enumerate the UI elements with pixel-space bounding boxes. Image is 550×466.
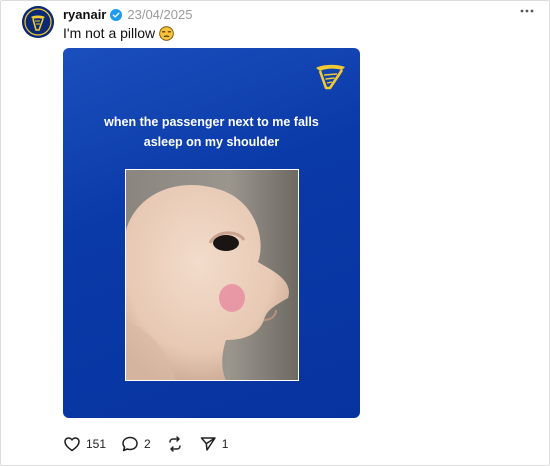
- post-header: ryanair 23/04/2025: [63, 5, 192, 23]
- meme-caption: when the passenger next to me falls asle…: [104, 115, 319, 149]
- username[interactable]: ryanair: [63, 7, 106, 22]
- ryanair-harp-logo: [312, 58, 348, 94]
- repost-icon: [168, 436, 181, 452]
- verified-badge-icon: [110, 8, 123, 21]
- post-media[interactable]: when the passenger next to me falls asle…: [63, 48, 360, 418]
- caption-text: I'm not a pillow: [63, 25, 156, 41]
- comment-count: 2: [144, 437, 151, 451]
- comment-icon: [122, 436, 138, 452]
- ryanair-harp-logo: [22, 6, 54, 38]
- meme-photo: [125, 169, 299, 381]
- comment-button[interactable]: 2: [121, 435, 151, 453]
- unamused-emoji: [159, 25, 174, 41]
- action-bar: 151 2 1: [63, 434, 243, 454]
- heart-icon: [64, 437, 80, 452]
- post-date[interactable]: 23/04/2025: [127, 7, 192, 22]
- share-icon: [200, 437, 216, 451]
- share-button[interactable]: 1: [199, 435, 229, 453]
- like-button[interactable]: 151: [63, 435, 106, 453]
- post-card: ryanair 23/04/2025 I'm not a pillow when…: [0, 0, 550, 466]
- like-count: 151: [86, 437, 107, 451]
- post-caption: I'm not a pillow: [63, 25, 174, 41]
- share-count: 1: [221, 437, 229, 451]
- avatar[interactable]: [22, 6, 54, 38]
- more-options-icon[interactable]: [518, 4, 536, 18]
- repost-button[interactable]: [166, 435, 184, 453]
